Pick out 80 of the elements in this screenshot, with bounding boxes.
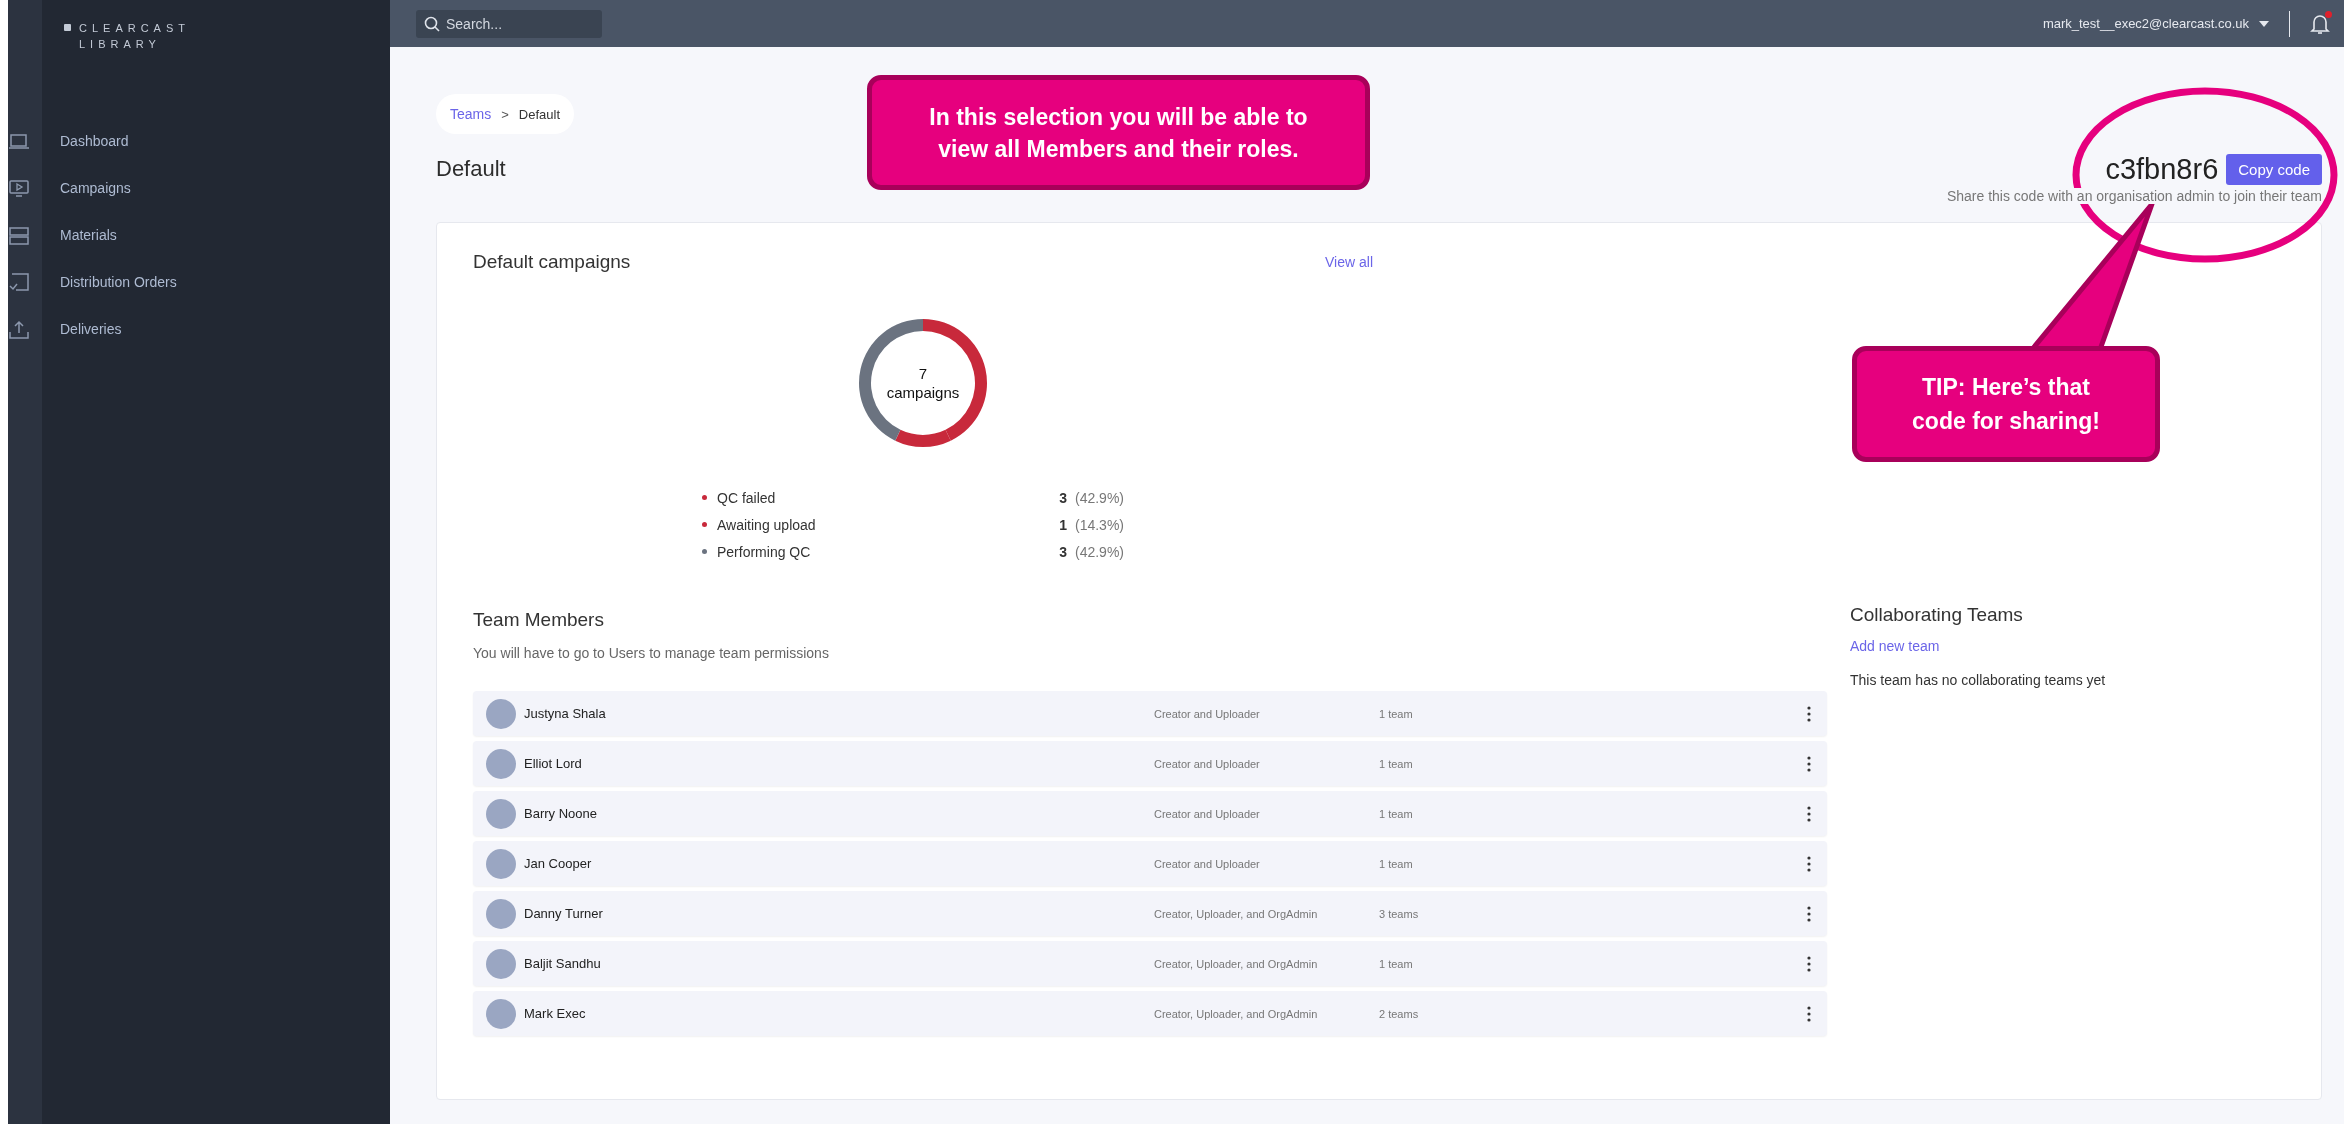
member-teams: 2 teams xyxy=(1379,1007,1420,1020)
monitor-play-icon[interactable] xyxy=(8,179,30,198)
member-name: Elliot Lord xyxy=(524,756,583,771)
member-role: Creator and Uploader xyxy=(1154,757,1261,770)
legend-label: QC failed xyxy=(717,489,777,506)
section-title: Team Members xyxy=(473,609,605,631)
laptop-icon[interactable] xyxy=(8,133,30,150)
donut-count: 7 xyxy=(918,364,928,383)
callout-box: In this selection you will be able to view all Members and their roles. xyxy=(867,75,1370,190)
breadcrumb-separator: > xyxy=(501,106,509,122)
add-team-link[interactable]: Add new team xyxy=(1850,638,2270,654)
legend-count: 3 xyxy=(1058,543,1067,560)
legend-count: 1 xyxy=(1058,516,1067,533)
more-options-icon[interactable] xyxy=(1807,705,1811,722)
member-teams: 1 team xyxy=(1379,807,1414,820)
user-menu[interactable]: mark_test__exec2@clearcast.co.uk xyxy=(2042,16,2249,31)
caret-icon[interactable] xyxy=(2259,20,2269,27)
sidebar-item[interactable]: Distribution Orders xyxy=(60,258,390,305)
donut-label: campaigns xyxy=(886,383,960,402)
member-role: Creator and Uploader xyxy=(1154,707,1261,720)
view-all-link[interactable]: View all xyxy=(1325,254,1373,270)
server-icon[interactable] xyxy=(8,226,30,245)
member-name: Danny Turner xyxy=(524,906,604,921)
member-teams: 3 teams xyxy=(1379,907,1420,920)
legend-label: Performing QC xyxy=(717,543,812,560)
member-name: Barry Noone xyxy=(524,806,598,821)
logo-text: CLEARCAST xyxy=(79,21,191,36)
breadcrumb-current: Default xyxy=(518,106,561,122)
legend-count: 3 xyxy=(1058,489,1067,506)
member-teams: 1 team xyxy=(1379,707,1414,720)
sidebar-item[interactable]: Deliveries xyxy=(60,305,390,352)
sidebar-item[interactable]: Materials xyxy=(60,211,390,258)
member-teams: 1 team xyxy=(1379,957,1414,970)
logo-icon xyxy=(64,24,71,31)
callout-box: TIP: Here’s that code for sharing! xyxy=(1852,346,2160,462)
member-role: Creator and Uploader xyxy=(1154,857,1261,870)
search-icon xyxy=(424,15,440,32)
sidebar-item[interactable]: Campaigns xyxy=(60,164,390,211)
section-title: Default campaigns xyxy=(473,251,631,273)
more-options-icon[interactable] xyxy=(1807,855,1811,872)
member-role: Creator, Uploader, and OrgAdmin xyxy=(1154,1007,1319,1020)
empty-message: This team has no collaborating teams yet xyxy=(1850,672,2107,688)
avatar-icon xyxy=(486,998,516,1029)
more-options-icon[interactable] xyxy=(1807,955,1811,972)
breadcrumb-link[interactable]: Teams xyxy=(450,106,492,122)
legend-label: Awaiting upload xyxy=(717,516,817,533)
avatar-icon xyxy=(486,798,516,829)
member-role: Creator, Uploader, and OrgAdmin xyxy=(1154,957,1319,970)
bell-icon[interactable] xyxy=(2310,12,2330,35)
avatar-icon xyxy=(486,698,516,729)
legend-percent: (42.9%) xyxy=(1075,489,1125,506)
upload-icon[interactable] xyxy=(8,319,30,340)
member-name: Justyna Shala xyxy=(524,706,607,721)
page-title: Default xyxy=(436,156,507,182)
legend-percent: (42.9%) xyxy=(1075,543,1125,560)
more-options-icon[interactable] xyxy=(1807,805,1811,822)
member-role: Creator and Uploader xyxy=(1154,807,1261,820)
avatar-icon xyxy=(486,748,516,779)
code-hint: Share this code with an organisation admin to join their team xyxy=(1946,188,2322,204)
more-options-icon[interactable] xyxy=(1807,1005,1811,1022)
sidebar-item[interactable]: Dashboard xyxy=(60,117,390,164)
section-subtitle: You will have to go to Users to manage team permissions xyxy=(473,645,830,661)
search-field[interactable]: Search... xyxy=(416,9,602,38)
member-name: Baljit Sandhu xyxy=(524,956,602,971)
logo-text: LIBRARY xyxy=(79,37,162,52)
legend-percent: (14.3%) xyxy=(1075,516,1125,533)
copy-code-button[interactable]: Copy code xyxy=(2226,154,2322,185)
avatar-icon xyxy=(486,948,516,979)
team-code: c3fbn8r6 xyxy=(2105,153,2219,186)
member-role: Creator, Uploader, and OrgAdmin xyxy=(1154,907,1319,920)
more-options-icon[interactable] xyxy=(1807,905,1811,922)
avatar-icon xyxy=(486,898,516,929)
section-title: Collaborating Teams xyxy=(1850,604,2024,626)
more-options-icon[interactable] xyxy=(1807,755,1811,772)
member-teams: 1 team xyxy=(1379,757,1414,770)
member-name: Jan Cooper xyxy=(524,856,593,871)
avatar-icon xyxy=(486,848,516,879)
member-name: Mark Exec xyxy=(524,1006,587,1021)
member-teams: 1 team xyxy=(1379,857,1414,870)
chat-check-icon[interactable] xyxy=(8,272,30,293)
